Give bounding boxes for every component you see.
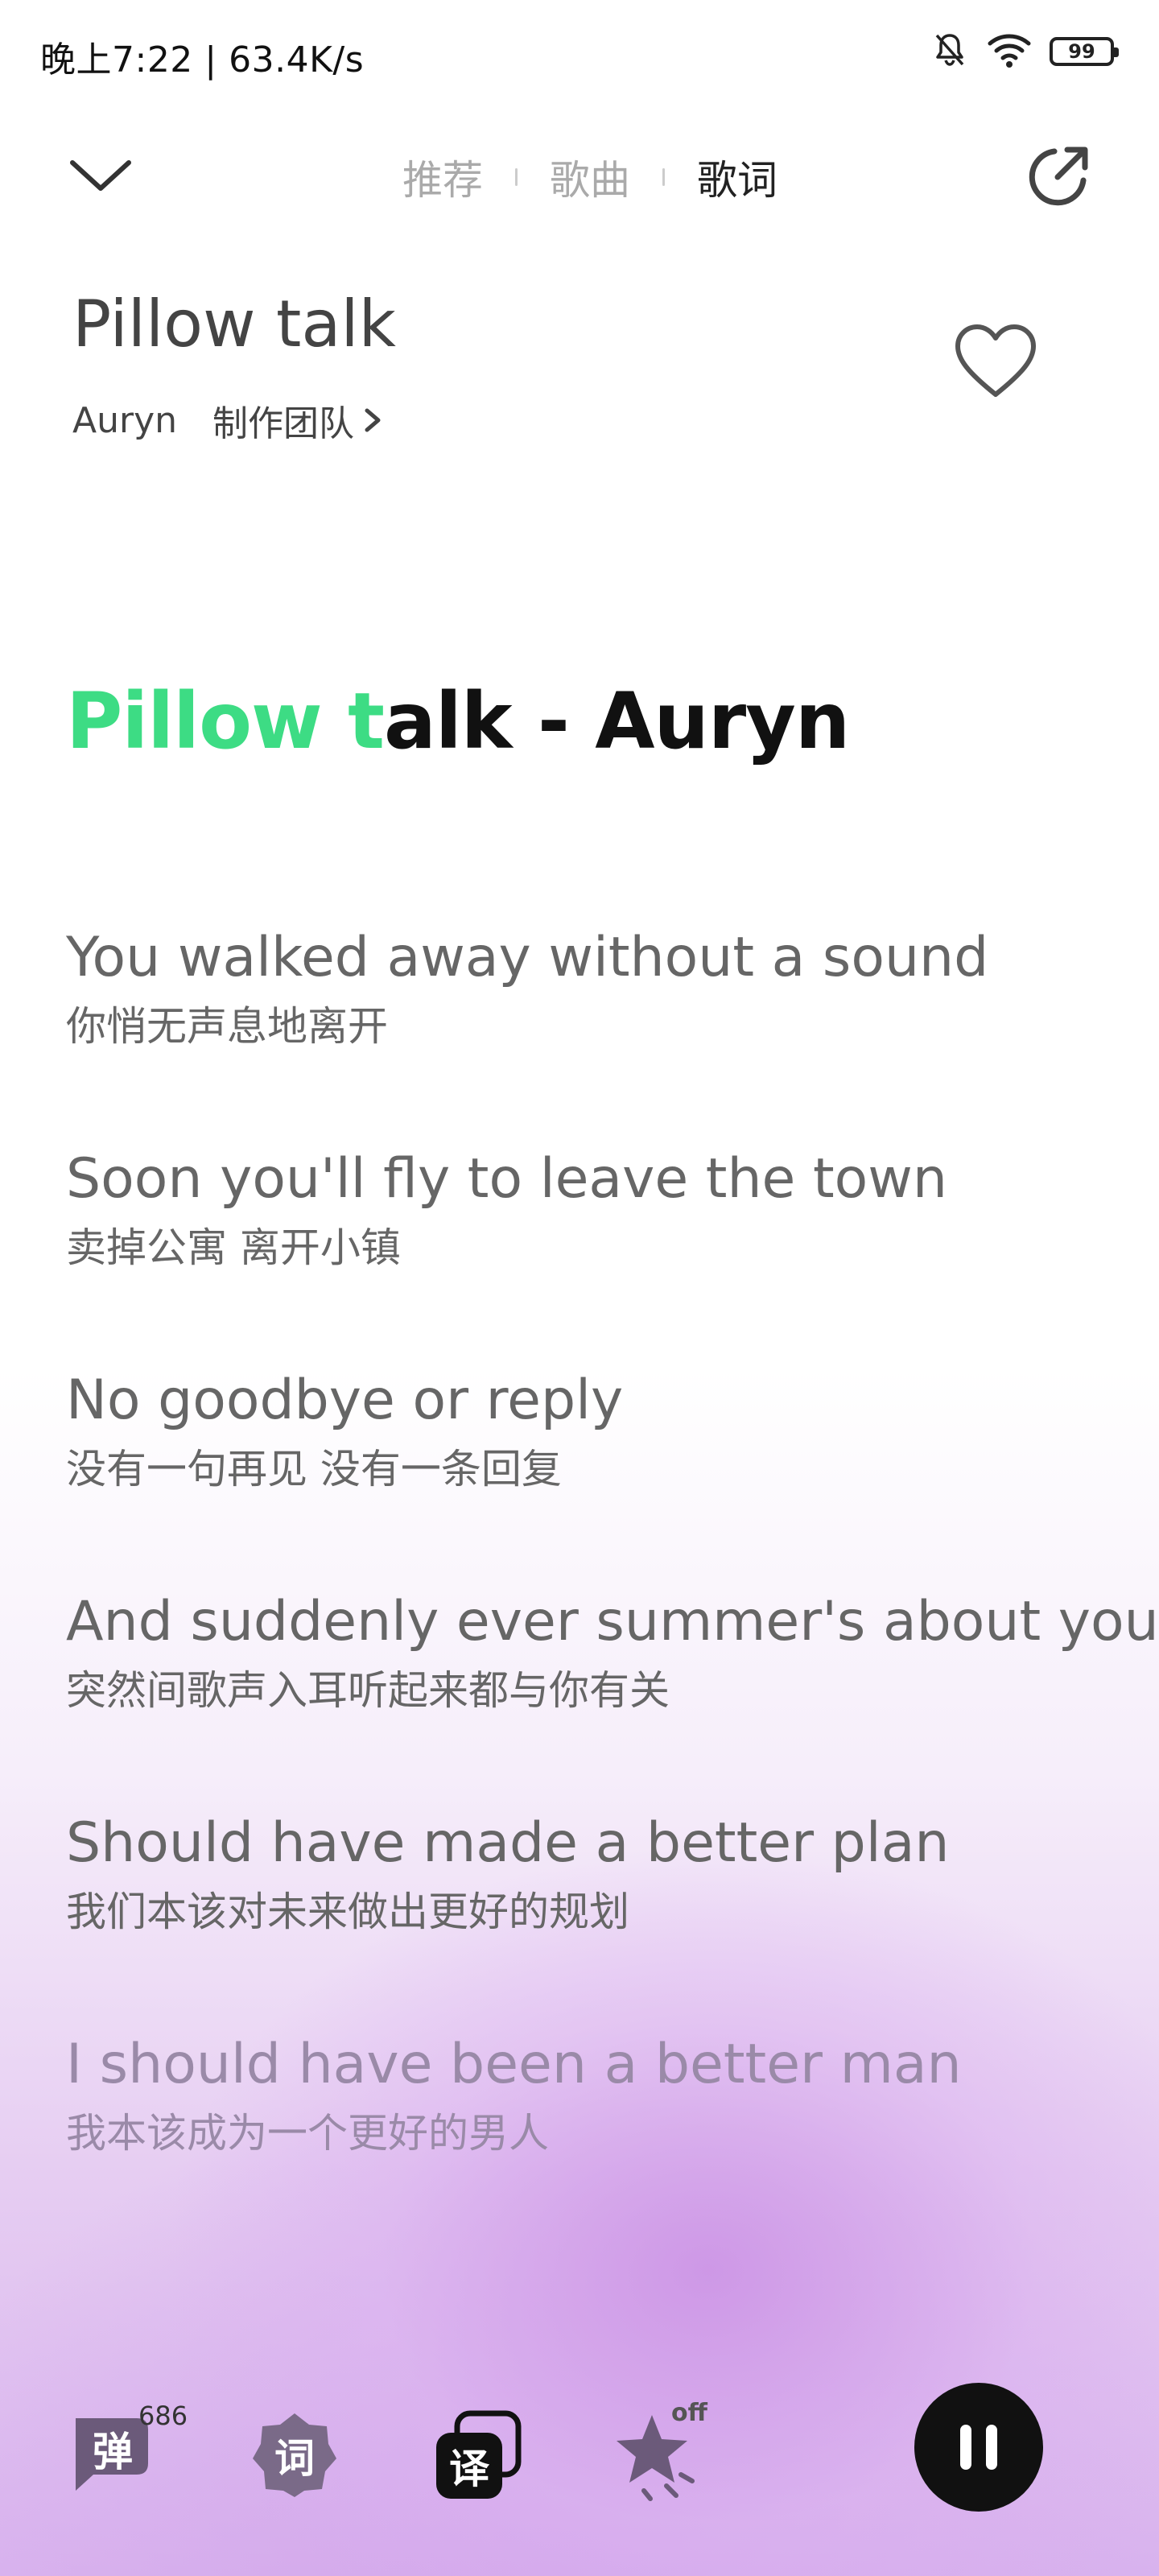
lyric-translation: 你悄无声息地离开	[66, 1003, 388, 1050]
star-effect-badge: off	[671, 2399, 707, 2427]
lyric-translation: 卖掉公寓 离开小镇	[66, 1224, 401, 1271]
danmu-count: 686	[138, 2401, 188, 2431]
lyrics-heading: Pillow talk - Auryn	[66, 676, 850, 766]
header-tabs: 推荐 歌曲 歌词	[370, 148, 810, 206]
lyric-line[interactable]: And suddenly ever summer's about you 突然间…	[66, 1590, 1159, 1716]
lyric-translation: 我本该成为一个更好的男人	[66, 2110, 549, 2157]
tab-lyrics[interactable]: 歌词	[665, 148, 810, 206]
heart-icon	[955, 324, 1036, 397]
star-effect-button[interactable]: off	[612, 2399, 708, 2504]
lyric-translation: 我们本该对未来做出更好的规划	[66, 1889, 629, 1935]
lyric-line[interactable]: Should have made a better plan 我们本该对未来做出…	[66, 1811, 949, 1938]
credits-link[interactable]: 制作团队	[212, 394, 383, 446]
song-title: Pillow talk	[72, 287, 396, 361]
song-meta: Auryn 制作团队	[72, 394, 383, 446]
chevron-right-icon	[365, 408, 381, 432]
lyric-original: No goodbye or reply	[66, 1368, 624, 1432]
lyric-original: You walked away without a sound	[66, 926, 989, 989]
pause-button[interactable]	[914, 2383, 1043, 2512]
pause-icon	[960, 2425, 971, 2470]
collapse-button[interactable]	[64, 145, 137, 201]
tab-recommend[interactable]: 推荐	[370, 148, 515, 206]
artist-link[interactable]: Auryn	[72, 400, 177, 441]
lyric-line[interactable]: You walked away without a sound 你悄无声息地离开	[66, 926, 988, 1052]
lyric-style-button[interactable]: 词	[246, 2407, 343, 2504]
lyric-original: And suddenly ever summer's about you	[66, 1590, 1159, 1653]
like-button[interactable]	[951, 322, 1040, 402]
lyric-line[interactable]: I should have been a better man 我本该成为一个更…	[66, 2033, 962, 2159]
lyric-style-label: 词	[274, 2435, 315, 2482]
lyric-line[interactable]: Soon you'll fly to leave the town 卖掉公寓 离…	[66, 1147, 947, 1274]
pause-icon	[986, 2425, 997, 2470]
lyrics-heading-rest: alk - Auryn	[384, 676, 850, 766]
share-icon	[1029, 147, 1088, 206]
status-time-speed: 晚上7:22 | 63.4K/s	[40, 39, 365, 80]
danmu-button[interactable]: 弹 686	[63, 2401, 188, 2504]
translate-label: 译	[449, 2446, 489, 2492]
lyric-line[interactable]: No goodbye or reply 没有一句再见 没有一条回复	[66, 1368, 623, 1495]
lyric-translation: 突然间歌声入耳听起来都与你有关	[66, 1667, 670, 1714]
share-button[interactable]	[1022, 140, 1095, 213]
lyric-original: Should have made a better plan	[66, 1811, 950, 1875]
translate-button[interactable]: 译	[430, 2407, 526, 2504]
lyric-translation: 没有一句再见 没有一条回复	[66, 1446, 562, 1492]
battery-icon: 99	[1050, 37, 1119, 66]
lyrics-heading-sung: Pillow t	[66, 676, 385, 766]
credits-label: 制作团队	[212, 403, 355, 444]
status-icons: 99	[930, 31, 1119, 72]
tab-song[interactable]: 歌曲	[518, 148, 662, 206]
chevron-down-icon	[70, 160, 131, 191]
mute-bell-icon	[930, 31, 969, 72]
lyric-original: Soon you'll fly to leave the town	[66, 1147, 947, 1211]
wifi-icon	[987, 31, 1032, 72]
lyric-original: I should have been a better man	[66, 2033, 962, 2096]
